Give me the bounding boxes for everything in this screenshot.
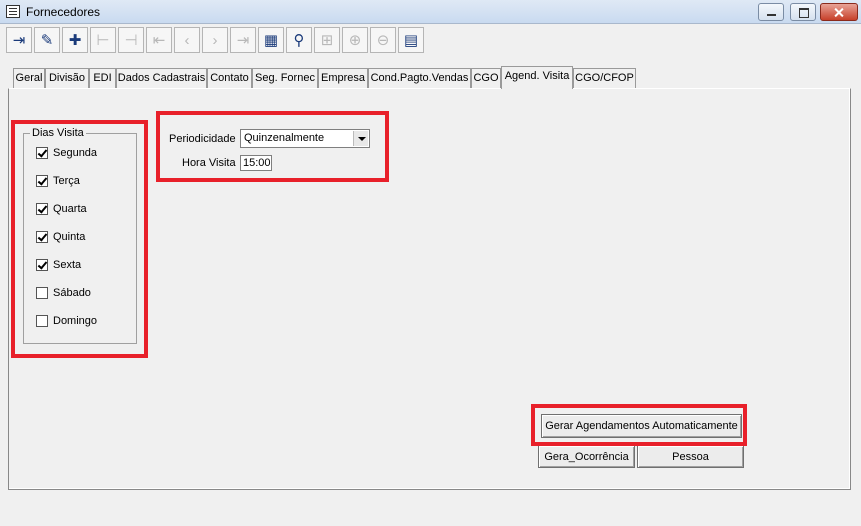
remove-child-button[interactable]: ⊣	[118, 27, 144, 53]
tab-agend-visita[interactable]: Agend. Visita	[501, 66, 573, 89]
previous-record-button[interactable]: ‹	[174, 27, 200, 53]
add-record-icon: ✚	[68, 31, 82, 49]
maximize-button[interactable]	[790, 3, 816, 21]
tree-remove-button[interactable]: ⊖	[370, 27, 396, 53]
pessoa-button[interactable]: Pessoa	[637, 445, 744, 468]
tab-geral[interactable]: Geral	[13, 68, 45, 88]
highlight-dias-visita	[11, 120, 148, 358]
tab-dados-cadastrais[interactable]: Dados Cadastrais	[116, 68, 207, 88]
calendar-schedule-button[interactable]: ▤	[398, 27, 424, 53]
toolbar: ⇥ ✎ ✚ ⊢ ⊣ ⇤ ‹ › ⇥ ▦ ⚲ ⊞ ⊕ ⊖ ▤	[0, 24, 861, 56]
form-window-icon	[6, 5, 20, 18]
add-record-button[interactable]: ✚	[62, 27, 88, 53]
status-area	[0, 498, 861, 526]
tab-edi[interactable]: EDI	[89, 68, 116, 88]
exit-door-icon: ⇥	[12, 31, 26, 49]
search-button[interactable]: ⚲	[286, 27, 312, 53]
tab-seg-fornec[interactable]: Seg. Fornec	[252, 68, 318, 88]
exit-door-button[interactable]: ⇥	[6, 27, 32, 53]
calendar-schedule-icon: ▤	[403, 31, 419, 49]
window-title: Fornecedores	[26, 5, 101, 19]
tree-insert-button[interactable]: ⊕	[342, 27, 368, 53]
remove-child-icon: ⊣	[124, 31, 138, 49]
add-child-icon: ⊢	[96, 31, 110, 49]
tab-cgo[interactable]: CGO	[471, 68, 501, 88]
add-child-button[interactable]: ⊢	[90, 27, 116, 53]
tab-divisao[interactable]: Divisão	[45, 68, 89, 88]
tab-cgo-cfop[interactable]: CGO/CFOP	[573, 68, 636, 88]
tree-remove-icon: ⊖	[376, 31, 390, 49]
next-record-icon: ›	[212, 31, 218, 49]
first-record-button[interactable]: ⇤	[146, 27, 172, 53]
tree-expand-icon: ⊞	[320, 31, 334, 49]
tab-cond-pagto-vendas[interactable]: Cond.Pagto.Vendas	[368, 68, 471, 88]
tab-empresa[interactable]: Empresa	[318, 68, 368, 88]
close-button[interactable]	[820, 3, 858, 21]
last-record-icon: ⇥	[236, 31, 250, 49]
highlight-periodicidade	[156, 111, 389, 182]
previous-record-icon: ‹	[184, 31, 190, 49]
grid-view-button[interactable]: ▦	[258, 27, 284, 53]
first-record-icon: ⇤	[152, 31, 166, 49]
edit-button[interactable]: ✎	[34, 27, 60, 53]
minimize-button[interactable]	[758, 3, 784, 21]
next-record-button[interactable]: ›	[202, 27, 228, 53]
gera-ocorrencia-button[interactable]: Gera_Ocorrência	[538, 445, 635, 468]
tree-insert-icon: ⊕	[348, 31, 362, 49]
grid-view-icon: ▦	[263, 31, 279, 49]
last-record-button[interactable]: ⇥	[230, 27, 256, 53]
title-bar: Fornecedores	[0, 0, 861, 24]
tab-contato[interactable]: Contato	[207, 68, 252, 88]
pencil-edit-icon: ✎	[40, 31, 54, 49]
highlight-gerar-agendamentos	[531, 404, 747, 446]
tree-expand-button[interactable]: ⊞	[314, 27, 340, 53]
binoculars-search-icon: ⚲	[293, 31, 305, 49]
